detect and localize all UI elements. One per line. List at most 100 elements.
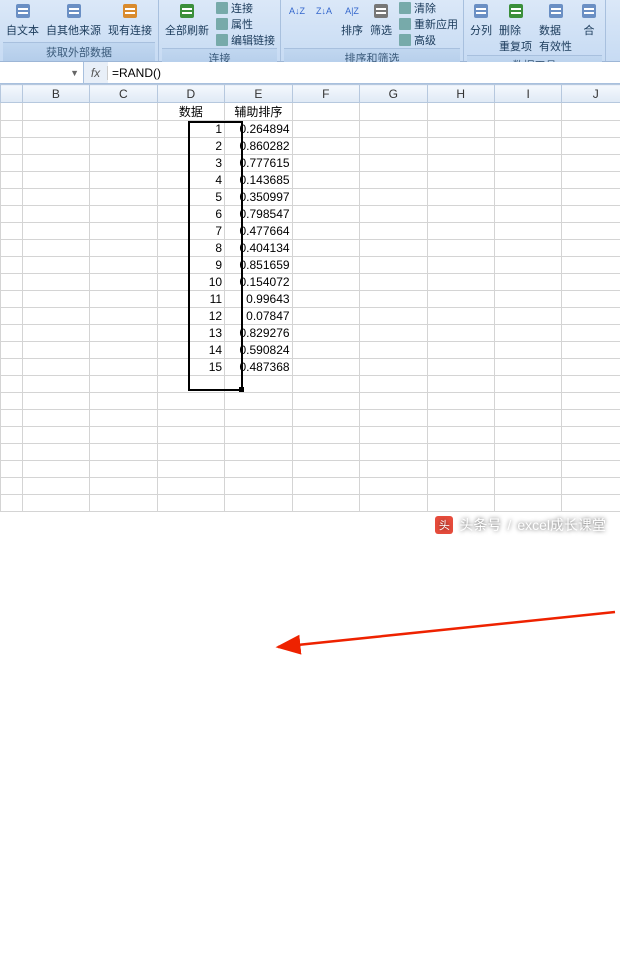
properties-button[interactable]: 属性 xyxy=(213,16,277,32)
cell[interactable] xyxy=(494,103,561,121)
spreadsheet-grid[interactable]: BCDEFGHIJ数据辅助排序10.26489420.86028230.7776… xyxy=(0,84,620,512)
cell[interactable]: 0.477664 xyxy=(225,223,292,240)
cell[interactable] xyxy=(90,410,157,427)
cell[interactable] xyxy=(494,223,561,240)
cell[interactable] xyxy=(90,240,157,257)
cell[interactable] xyxy=(360,376,427,393)
cell[interactable] xyxy=(360,257,427,274)
cell[interactable] xyxy=(562,461,620,478)
name-box[interactable]: ▼ xyxy=(0,62,84,83)
cell[interactable] xyxy=(494,359,561,376)
cell[interactable] xyxy=(494,274,561,291)
cell[interactable] xyxy=(427,240,494,257)
cell[interactable] xyxy=(225,427,292,444)
cell[interactable] xyxy=(494,308,561,325)
cell[interactable] xyxy=(22,427,89,444)
cell[interactable] xyxy=(360,206,427,223)
cell[interactable] xyxy=(562,308,620,325)
cell[interactable] xyxy=(157,410,224,427)
cell[interactable] xyxy=(494,121,561,138)
col-header-H[interactable]: H xyxy=(427,85,494,103)
cell[interactable]: 0.590824 xyxy=(225,342,292,359)
cell[interactable] xyxy=(562,138,620,155)
reapply-button[interactable]: 重新应用 xyxy=(396,16,460,32)
cell[interactable] xyxy=(427,138,494,155)
cell[interactable] xyxy=(494,138,561,155)
cell[interactable] xyxy=(562,240,620,257)
text-to-col-button[interactable]: 分列 xyxy=(467,0,495,39)
cell[interactable] xyxy=(562,478,620,495)
cell[interactable] xyxy=(90,103,157,121)
cell[interactable] xyxy=(292,325,359,342)
cell[interactable] xyxy=(562,223,620,240)
cell[interactable] xyxy=(427,461,494,478)
cell[interactable] xyxy=(22,291,89,308)
cell[interactable] xyxy=(292,393,359,410)
cell[interactable] xyxy=(157,461,224,478)
cell[interactable] xyxy=(360,274,427,291)
from-text-button[interactable]: 自文本 xyxy=(3,0,42,39)
cell[interactable]: 0.99643 xyxy=(225,291,292,308)
cell[interactable]: 9 xyxy=(157,257,224,274)
cell[interactable]: 0.154072 xyxy=(225,274,292,291)
cell[interactable] xyxy=(292,155,359,172)
cell[interactable] xyxy=(157,495,224,512)
existing-conn-button[interactable]: 现有连接 xyxy=(105,0,155,39)
cell[interactable] xyxy=(22,393,89,410)
cell[interactable] xyxy=(360,393,427,410)
cell[interactable] xyxy=(22,189,89,206)
cell[interactable] xyxy=(90,274,157,291)
cell[interactable] xyxy=(562,410,620,427)
cell[interactable] xyxy=(427,274,494,291)
cell[interactable] xyxy=(494,393,561,410)
formula-input[interactable]: =RAND() xyxy=(108,62,620,83)
cell[interactable] xyxy=(22,376,89,393)
cell[interactable] xyxy=(494,189,561,206)
cell[interactable] xyxy=(360,495,427,512)
cell[interactable] xyxy=(360,103,427,121)
cell[interactable] xyxy=(494,172,561,189)
cell[interactable] xyxy=(360,359,427,376)
cell[interactable] xyxy=(292,427,359,444)
cell[interactable] xyxy=(427,155,494,172)
cell[interactable] xyxy=(292,461,359,478)
cell[interactable] xyxy=(360,189,427,206)
cell[interactable] xyxy=(90,121,157,138)
cell[interactable]: 7 xyxy=(157,223,224,240)
cell[interactable] xyxy=(292,308,359,325)
cell[interactable] xyxy=(562,189,620,206)
cell[interactable] xyxy=(90,189,157,206)
cell[interactable] xyxy=(90,427,157,444)
cell[interactable]: 0.07847 xyxy=(225,308,292,325)
col-header-B[interactable]: B xyxy=(22,85,89,103)
col-header-F[interactable]: F xyxy=(292,85,359,103)
cell[interactable] xyxy=(157,444,224,461)
cell[interactable]: 0.829276 xyxy=(225,325,292,342)
cell[interactable] xyxy=(22,444,89,461)
cell[interactable] xyxy=(562,103,620,121)
cell[interactable] xyxy=(292,291,359,308)
cell[interactable] xyxy=(90,257,157,274)
cell[interactable] xyxy=(360,410,427,427)
cell[interactable] xyxy=(90,393,157,410)
cell[interactable] xyxy=(22,325,89,342)
cell[interactable] xyxy=(22,138,89,155)
cell[interactable] xyxy=(90,223,157,240)
remove-dup-button[interactable]: 删除 重复项 xyxy=(496,0,535,55)
cell[interactable] xyxy=(427,121,494,138)
col-header-D[interactable]: D xyxy=(157,85,224,103)
cell[interactable] xyxy=(90,155,157,172)
cell[interactable] xyxy=(494,155,561,172)
cell[interactable] xyxy=(157,427,224,444)
cell[interactable] xyxy=(427,189,494,206)
cell[interactable]: 数据 xyxy=(157,103,224,121)
cell[interactable]: 8 xyxy=(157,240,224,257)
cell[interactable] xyxy=(90,206,157,223)
cell[interactable] xyxy=(427,308,494,325)
cell[interactable]: 0.487368 xyxy=(225,359,292,376)
cell[interactable]: 14 xyxy=(157,342,224,359)
cell[interactable] xyxy=(157,393,224,410)
cell[interactable] xyxy=(22,342,89,359)
cell[interactable] xyxy=(427,342,494,359)
cell[interactable] xyxy=(292,223,359,240)
